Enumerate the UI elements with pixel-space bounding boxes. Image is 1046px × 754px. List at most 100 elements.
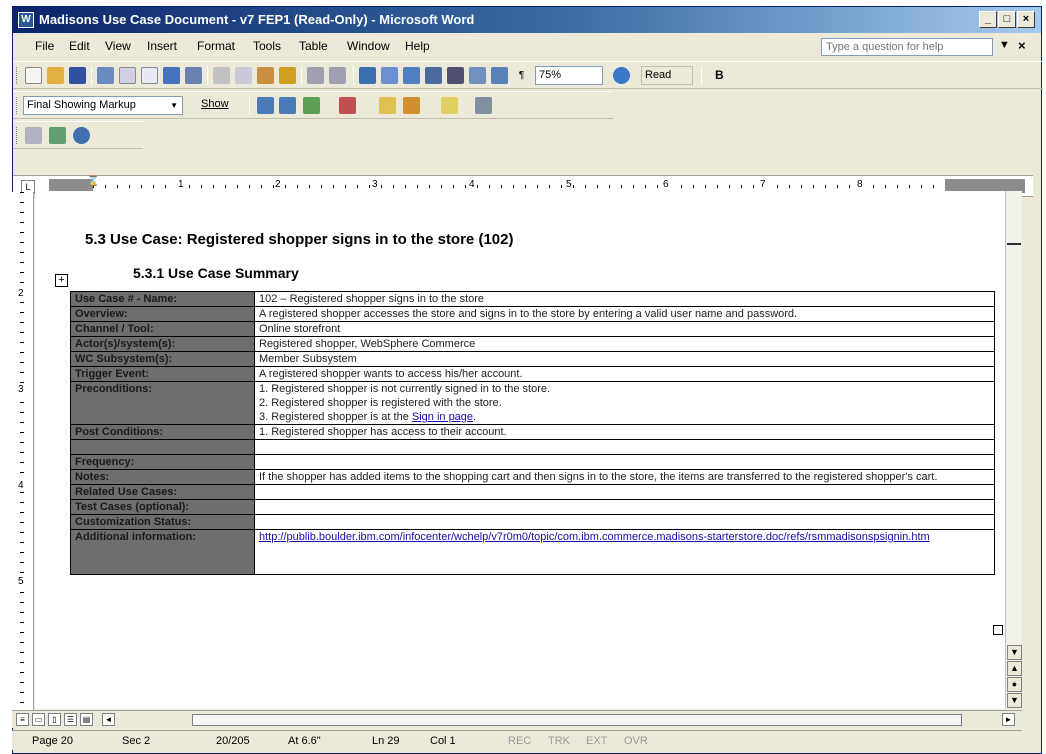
status-ovr[interactable]: OVR: [624, 735, 648, 747]
document-page[interactable]: 5.3 Use Case: Registered shopper signs i…: [35, 191, 1005, 709]
reject-change-icon[interactable]: [339, 97, 356, 114]
help-icon[interactable]: [613, 67, 630, 84]
split-bar[interactable]: [1007, 237, 1021, 245]
accept-change-icon[interactable]: [303, 97, 320, 114]
menu-insert[interactable]: Insert: [147, 39, 177, 53]
status-ext[interactable]: EXT: [586, 735, 607, 747]
status-pages: 20/205: [216, 735, 250, 747]
bold-button[interactable]: B: [715, 68, 724, 82]
menu-window[interactable]: Window: [347, 39, 390, 53]
close-button[interactable]: ×: [1017, 11, 1035, 28]
new-document-icon[interactable]: [25, 67, 42, 84]
title-bar[interactable]: W Madisons Use Case Document - v7 FEP1 (…: [13, 7, 1041, 33]
table-row: Actor(s)/system(s): Registered shopper, W…: [70, 336, 995, 352]
find-icon[interactable]: [25, 127, 42, 144]
status-trk[interactable]: TRK: [548, 735, 570, 747]
previous-change-icon[interactable]: [257, 97, 274, 114]
reviewing-toolbar: Final Showing Markup ▼ Show: [13, 91, 613, 119]
next-change-icon[interactable]: [279, 97, 296, 114]
menu-format[interactable]: Format: [197, 39, 235, 53]
word-app-icon[interactable]: W: [18, 12, 34, 28]
standard-toolbar: ¶ 75% Read B: [13, 61, 1043, 89]
horizontal-scrollbar[interactable]: ≡ ▭ ▯ ☰ ▤ ◄ ►: [12, 710, 1022, 728]
status-rec[interactable]: REC: [508, 735, 531, 747]
insert-excel-icon[interactable]: [425, 67, 442, 84]
ruler-number: 5: [565, 179, 573, 190]
read-button[interactable]: Read: [641, 66, 693, 85]
print-preview-icon[interactable]: [141, 67, 158, 84]
copy-icon[interactable]: [235, 67, 252, 84]
cell-line: 1. Registered shopper is not currently s…: [259, 383, 551, 395]
web-toolbar-icon[interactable]: [49, 127, 66, 144]
save-icon[interactable]: [69, 67, 86, 84]
menu-file[interactable]: File: [35, 39, 54, 53]
highlight-icon[interactable]: [403, 97, 420, 114]
help-dropdown-icon[interactable]: ▼: [999, 39, 1010, 51]
show-menu-button[interactable]: Show: [201, 98, 229, 110]
row-value: Registered shopper, WebSphere Commerce: [254, 336, 995, 352]
document-map-icon[interactable]: [491, 67, 508, 84]
select-browse-object-icon[interactable]: ●: [1007, 677, 1022, 692]
toolbar-grip[interactable]: [16, 127, 19, 144]
cell-line: [259, 515, 990, 529]
undo-icon[interactable]: [307, 67, 324, 84]
vertical-scrollbar[interactable]: ▼ ▲ ● ▼: [1005, 191, 1022, 709]
scroll-down-button[interactable]: ▼: [1007, 645, 1022, 660]
new-comment-icon[interactable]: [379, 97, 396, 114]
menu-help[interactable]: Help: [405, 39, 430, 53]
toolbar-grip[interactable]: [16, 67, 19, 84]
previous-page-icon[interactable]: ▲: [1007, 661, 1022, 676]
toolbar-grip[interactable]: [16, 97, 19, 114]
show-hide-icon[interactable]: ¶: [513, 67, 530, 84]
print-layout-icon[interactable]: ▯: [48, 713, 61, 726]
minimize-button[interactable]: _: [979, 11, 997, 28]
insert-table-icon[interactable]: [403, 67, 420, 84]
table-resize-handle[interactable]: [993, 625, 1003, 635]
research-icon[interactable]: [185, 67, 202, 84]
row-value: [254, 499, 995, 515]
open-folder-icon[interactable]: [47, 67, 64, 84]
cell-line: [259, 440, 990, 454]
horizontal-scroll-thumb[interactable]: [192, 714, 962, 726]
reviewing-pane-icon[interactable]: [475, 97, 492, 114]
globe-icon[interactable]: [73, 127, 90, 144]
reading-layout-icon[interactable]: ▤: [80, 713, 93, 726]
zoom-select[interactable]: 75%: [535, 66, 603, 85]
cell-line: 3. Registered shopper is at the Sign in …: [259, 410, 990, 424]
maximize-button[interactable]: □: [998, 11, 1016, 28]
columns-icon[interactable]: [447, 67, 464, 84]
info-center-link[interactable]: http://publib.boulder.ibm.com/infocenter…: [259, 530, 990, 574]
table-row: Use Case # - Name: 102 – Registered shopp…: [70, 291, 995, 307]
indent-marker-icon[interactable]: ⌛: [87, 176, 99, 187]
format-painter-icon[interactable]: [279, 67, 296, 84]
hyperlink-icon[interactable]: [359, 67, 376, 84]
menu-view[interactable]: View: [105, 39, 131, 53]
scroll-left-button[interactable]: ◄: [102, 713, 115, 726]
markup-mode-select[interactable]: Final Showing Markup ▼: [23, 96, 183, 115]
outline-view-icon[interactable]: ☰: [64, 713, 77, 726]
vertical-ruler[interactable]: 2 3 4 5: [12, 192, 34, 710]
scroll-right-button[interactable]: ►: [1002, 713, 1015, 726]
spelling-icon[interactable]: [163, 67, 180, 84]
menu-table[interactable]: Table: [299, 39, 328, 53]
ruler-number: 1: [177, 179, 185, 190]
print-icon[interactable]: [119, 67, 136, 84]
row-label: WC Subsystem(s):: [70, 351, 255, 367]
normal-view-icon[interactable]: ≡: [16, 713, 29, 726]
cell-line: 102 – Registered shopper signs in to the…: [259, 293, 485, 305]
menu-tools[interactable]: Tools: [253, 39, 281, 53]
cut-icon[interactable]: [213, 67, 230, 84]
permission-icon[interactable]: [97, 67, 114, 84]
tables-borders-icon[interactable]: [381, 67, 398, 84]
drawing-icon[interactable]: [469, 67, 486, 84]
next-page-icon[interactable]: ▼: [1007, 693, 1022, 708]
paste-icon[interactable]: [257, 67, 274, 84]
table-move-handle-icon[interactable]: +: [55, 274, 68, 287]
web-layout-icon[interactable]: ▭: [32, 713, 45, 726]
menu-edit[interactable]: Edit: [69, 39, 90, 53]
document-close-button[interactable]: ×: [1018, 38, 1026, 53]
help-search-input[interactable]: Type a question for help: [821, 38, 993, 56]
track-changes-icon[interactable]: [441, 97, 458, 114]
sign-in-page-link[interactable]: Sign in page: [412, 411, 473, 423]
redo-icon[interactable]: [329, 67, 346, 84]
